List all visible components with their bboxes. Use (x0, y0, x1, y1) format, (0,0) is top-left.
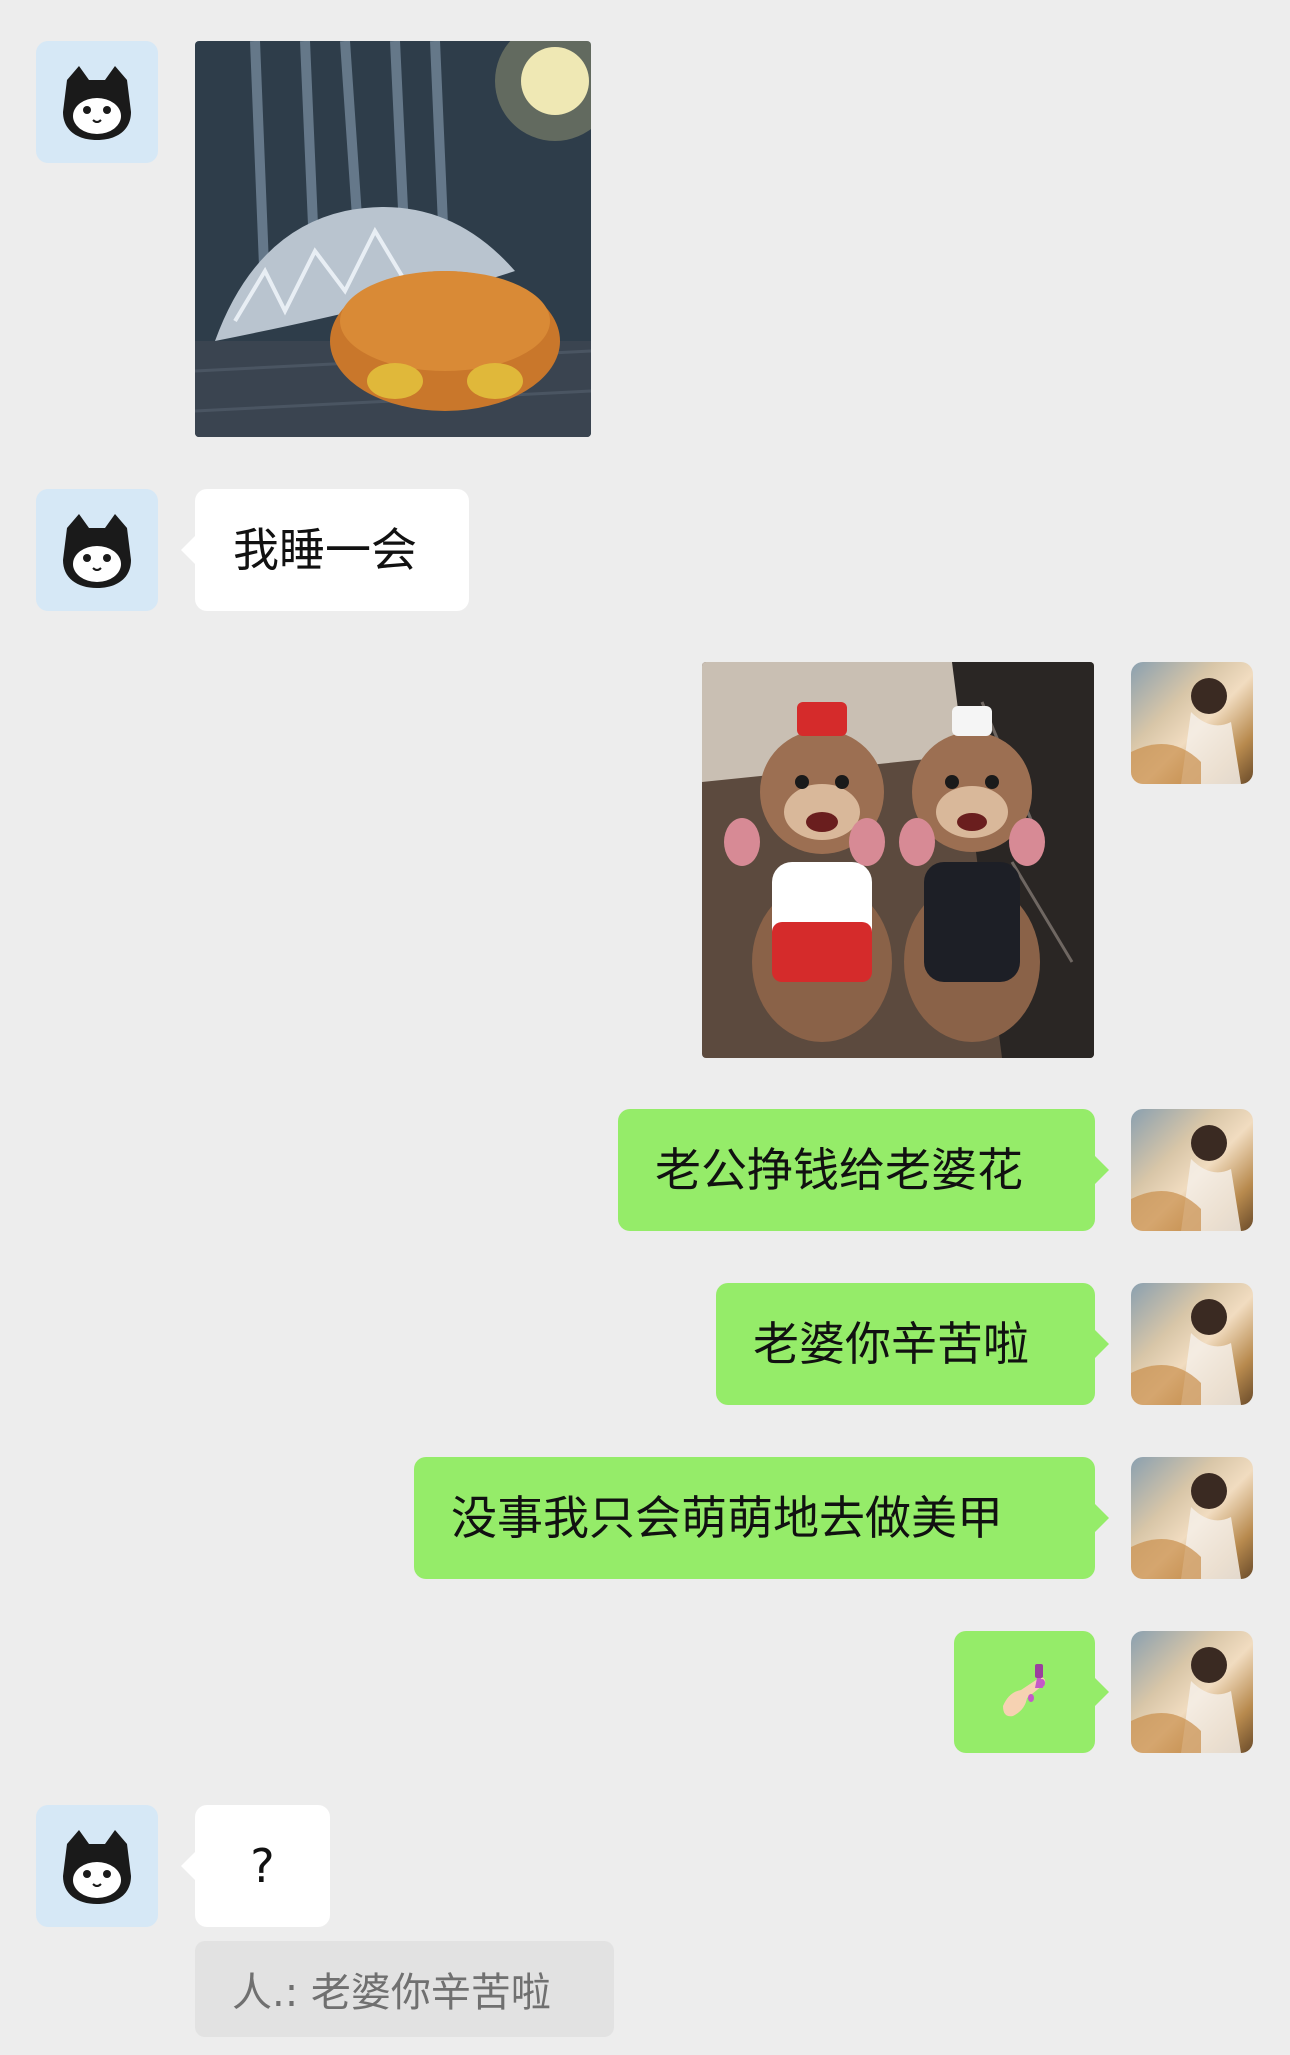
message-bubble-outgoing[interactable]: 老婆你辛苦啦 (716, 1283, 1109, 1405)
two-otters-sticker (702, 662, 1094, 1058)
sticker-message[interactable] (702, 662, 1094, 1058)
message-bubble-outgoing[interactable]: 💅🏻 (954, 1631, 1109, 1753)
message-text: 老公挣钱给老婆花 (655, 1143, 1023, 1197)
message-text: 没事我只会萌萌地去做美甲 (451, 1491, 1003, 1545)
message-bubble-incoming[interactable]: ? (181, 1805, 330, 1927)
woman-photo-avatar (1131, 678, 1241, 784)
message-text: 老婆你辛苦啦 (753, 1317, 1029, 1371)
user-avatar[interactable] (1131, 662, 1253, 784)
sticker-message[interactable] (195, 41, 591, 437)
woman-photo-avatar (1131, 1647, 1241, 1753)
quoted-message[interactable]: 人.: 老婆你辛苦啦 (195, 1941, 614, 2037)
quoted-text: 人.: 老婆你辛苦啦 (232, 1970, 551, 2016)
user-avatar[interactable] (1131, 1109, 1253, 1231)
user-avatar[interactable] (1131, 1457, 1253, 1579)
black-white-cat-avatar-icon (63, 1830, 131, 1904)
message-bubble-outgoing[interactable]: 没事我只会萌萌地去做美甲 (414, 1457, 1109, 1579)
message-bubble-incoming[interactable]: 我睡一会 (181, 489, 469, 611)
message-bubble-outgoing[interactable]: 老公挣钱给老婆花 (618, 1109, 1109, 1231)
woman-photo-avatar (1131, 1473, 1241, 1579)
black-white-cat-avatar-icon (63, 66, 131, 140)
woman-photo-avatar (1131, 1125, 1241, 1231)
contact-avatar[interactable] (36, 41, 158, 163)
woman-photo-avatar (1131, 1299, 1241, 1405)
contact-avatar[interactable] (36, 489, 158, 611)
foil-creature-sticker (195, 41, 591, 437)
black-white-cat-avatar-icon (63, 514, 131, 588)
user-avatar[interactable] (1131, 1631, 1253, 1753)
contact-avatar[interactable] (36, 1805, 158, 1927)
message-text: ? (250, 1839, 275, 1893)
user-avatar[interactable] (1131, 1283, 1253, 1405)
message-text: 我睡一会 (233, 523, 417, 577)
